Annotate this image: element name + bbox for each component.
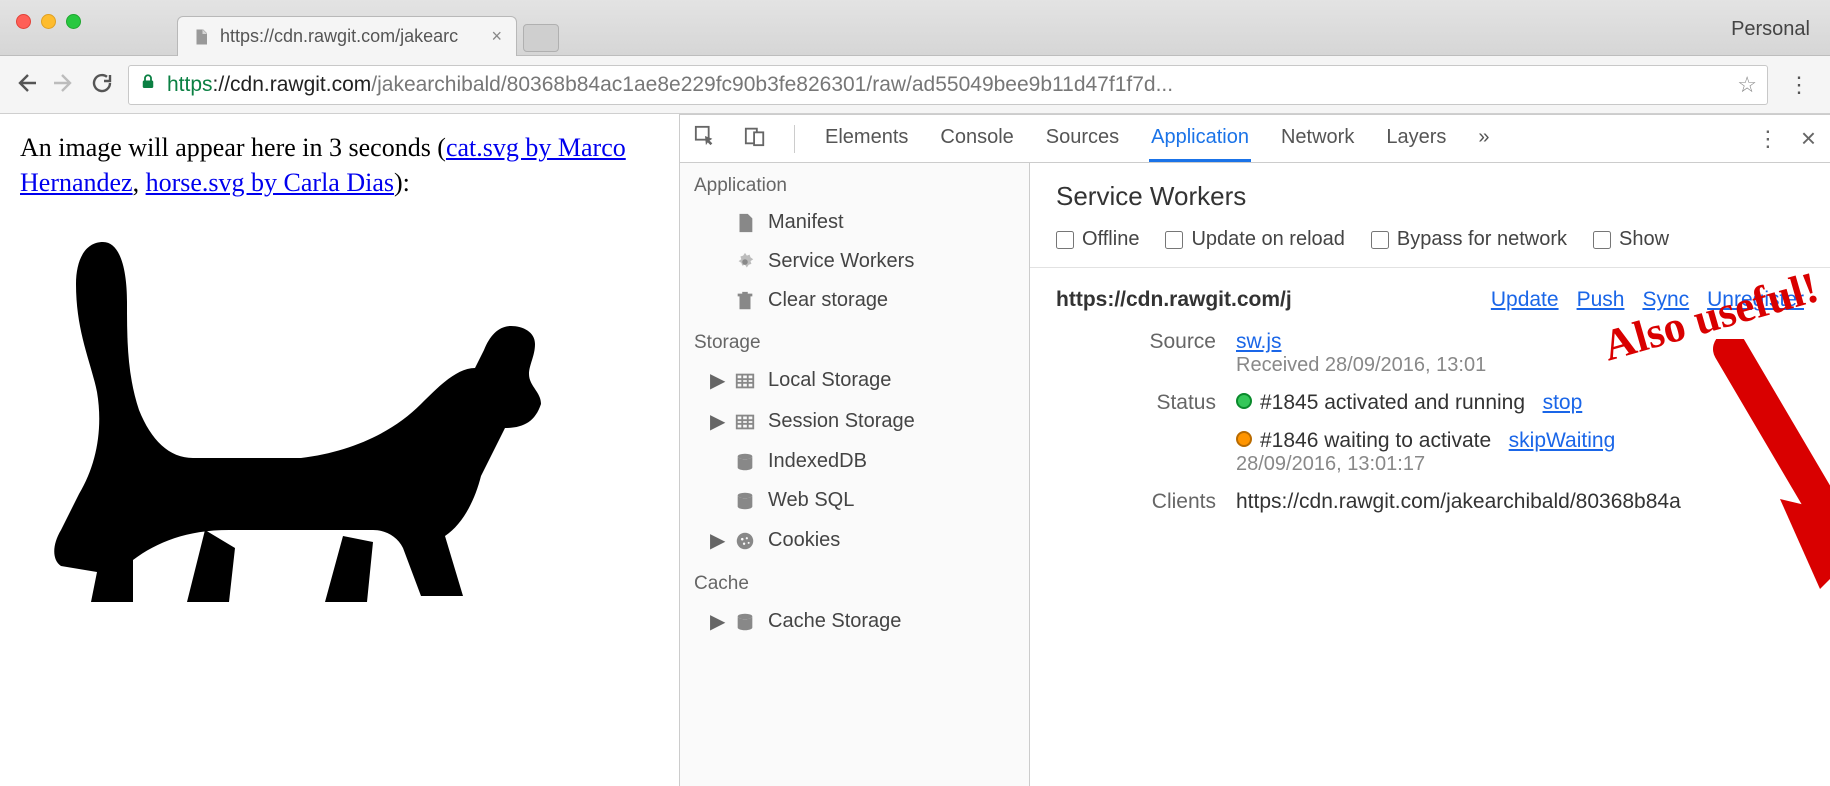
tab-layers[interactable]: Layers (1384, 116, 1448, 162)
database-icon (734, 490, 756, 512)
sidebar-group-storage: Storage (680, 320, 1029, 360)
close-tab-icon[interactable]: × (491, 26, 502, 47)
browser-toolbar: https://cdn.rawgit.com/jakearchibald/803… (0, 56, 1830, 114)
sw-clients-value: https://cdn.rawgit.com/jakearchibald/803… (1236, 490, 1804, 514)
status-dot-orange-icon (1236, 431, 1252, 447)
sw-skipwaiting-link[interactable]: skipWaiting (1509, 429, 1616, 452)
link-horsesvg[interactable]: horse.svg by Carla Dias (146, 168, 394, 197)
sw-action-push[interactable]: Push (1577, 288, 1625, 312)
sidebar-item-manifest[interactable]: Manifest (680, 203, 1029, 242)
sw-scope-url: https://cdn.rawgit.com/j (1056, 288, 1292, 312)
close-window-button[interactable] (16, 14, 31, 29)
devtools-tabstrip: Elements Console Sources Application Net… (680, 115, 1830, 163)
expand-icon: ▶ (710, 528, 722, 553)
page-favicon-icon (192, 28, 210, 46)
browser-tab[interactable]: https://cdn.rawgit.com/jakearc × (177, 16, 517, 56)
tab-network[interactable]: Network (1279, 116, 1356, 162)
gear-icon (734, 251, 756, 273)
sw-action-sync[interactable]: Sync (1642, 288, 1689, 312)
tab-elements[interactable]: Elements (823, 116, 910, 162)
window-titlebar: https://cdn.rawgit.com/jakearc × Persona… (0, 0, 1830, 56)
sw-clients-row: Clients https://cdn.rawgit.com/jakearchi… (1056, 490, 1804, 514)
sw-registration: https://cdn.rawgit.com/j Update Push Syn… (1030, 268, 1830, 548)
sidebar-item-service-workers[interactable]: Service Workers (680, 242, 1029, 281)
url-scheme: https (167, 73, 213, 96)
url-path: /jakearchibald/80368b84ac1ae8e229fc90b3f… (371, 73, 1173, 96)
sw-option-update-on-reload[interactable]: Update on reload (1165, 228, 1344, 251)
sw-source-row: Source sw.js Received 28/09/2016, 13:01 (1056, 330, 1804, 377)
sidebar-item-cache-storage[interactable]: ▶ Cache Storage (680, 601, 1029, 642)
status-dot-green-icon (1236, 393, 1252, 409)
sidebar-item-clear-storage[interactable]: Clear storage (680, 281, 1029, 320)
chrome-menu-icon[interactable]: ⋮ (1782, 72, 1816, 98)
profile-label[interactable]: Personal (1731, 18, 1810, 41)
sw-status-activated: #1845 activated and running stop (1236, 391, 1804, 415)
sidebar-item-websql[interactable]: Web SQL (680, 481, 1029, 520)
application-sidebar: Application Manifest Service Workers Cle… (680, 163, 1030, 786)
sw-source-link[interactable]: sw.js (1236, 330, 1282, 353)
sw-status-waiting-time: 28/09/2016, 13:01:17 (1236, 453, 1804, 476)
expand-icon: ▶ (710, 409, 722, 434)
devtools-panel: Elements Console Sources Application Net… (680, 114, 1830, 786)
sw-option-show-all[interactable]: Show (1593, 228, 1669, 251)
sw-options-row: Offline Update on reload Bypass for netw… (1030, 222, 1830, 268)
tab-title: https://cdn.rawgit.com/jakearc (220, 26, 458, 47)
cat-image (20, 206, 659, 695)
sidebar-item-local-storage[interactable]: ▶ Local Storage (680, 360, 1029, 401)
sw-action-update[interactable]: Update (1491, 288, 1559, 312)
sidebar-group-application: Application (680, 163, 1029, 203)
sidebar-item-cookies[interactable]: ▶ Cookies (680, 520, 1029, 561)
service-workers-pane: Service Workers Offline Update on reload… (1030, 163, 1830, 786)
url-host: ://cdn.rawgit.com (213, 73, 372, 96)
new-tab-button[interactable] (523, 24, 559, 52)
sw-option-offline[interactable]: Offline (1056, 228, 1139, 251)
address-bar[interactable]: https://cdn.rawgit.com/jakearchibald/803… (128, 65, 1768, 105)
tab-strip: https://cdn.rawgit.com/jakearc × (177, 0, 559, 56)
expand-icon: ▶ (710, 368, 722, 393)
manifest-icon (734, 212, 756, 234)
webpage-viewport: An image will appear here in 3 seconds (… (0, 114, 680, 786)
sw-status-waiting: #1846 waiting to activate skipWaiting 28… (1236, 429, 1804, 476)
tab-application[interactable]: Application (1149, 116, 1251, 162)
expand-icon: ▶ (710, 609, 722, 634)
sw-source-received: Received 28/09/2016, 13:01 (1236, 354, 1804, 377)
sw-stop-link[interactable]: stop (1543, 391, 1583, 414)
database-icon (734, 611, 756, 633)
devtools-body: Application Manifest Service Workers Cle… (680, 163, 1830, 786)
sidebar-item-indexeddb[interactable]: IndexedDB (680, 442, 1029, 481)
sw-action-unregister[interactable]: Unregister (1707, 288, 1804, 312)
sw-status-row: Status #1845 activated and running stop … (1056, 391, 1804, 476)
trash-icon (734, 290, 756, 312)
maximize-window-button[interactable] (66, 14, 81, 29)
tab-sources[interactable]: Sources (1044, 116, 1121, 162)
content-area: An image will appear here in 3 seconds (… (0, 114, 1830, 786)
inspect-element-icon[interactable] (694, 125, 716, 153)
tab-console[interactable]: Console (938, 116, 1015, 162)
devtools-menu-icon[interactable]: ⋮ (1757, 126, 1779, 152)
minimize-window-button[interactable] (41, 14, 56, 29)
cookie-icon (734, 530, 756, 552)
traffic-lights (0, 0, 97, 29)
devtools-close-icon[interactable]: × (1801, 123, 1816, 154)
pane-title: Service Workers (1030, 163, 1830, 222)
device-toolbar-icon[interactable] (744, 125, 766, 153)
sidebar-group-cache: Cache (680, 561, 1029, 601)
forward-button[interactable] (52, 71, 76, 98)
tabs-overflow-icon[interactable]: » (1476, 116, 1491, 162)
address-url: https://cdn.rawgit.com/jakearchibald/803… (167, 73, 1173, 97)
sw-scope-row: https://cdn.rawgit.com/j Update Push Syn… (1056, 288, 1804, 312)
table-icon (734, 411, 756, 433)
table-icon (734, 370, 756, 392)
reload-button[interactable] (90, 71, 114, 98)
bookmark-star-icon[interactable]: ☆ (1737, 72, 1757, 98)
back-button[interactable] (14, 71, 38, 98)
sw-option-bypass-network[interactable]: Bypass for network (1371, 228, 1567, 251)
database-icon (734, 451, 756, 473)
sidebar-item-session-storage[interactable]: ▶ Session Storage (680, 401, 1029, 442)
page-text: An image will appear here in 3 seconds (… (20, 130, 659, 200)
lock-icon (139, 73, 157, 97)
